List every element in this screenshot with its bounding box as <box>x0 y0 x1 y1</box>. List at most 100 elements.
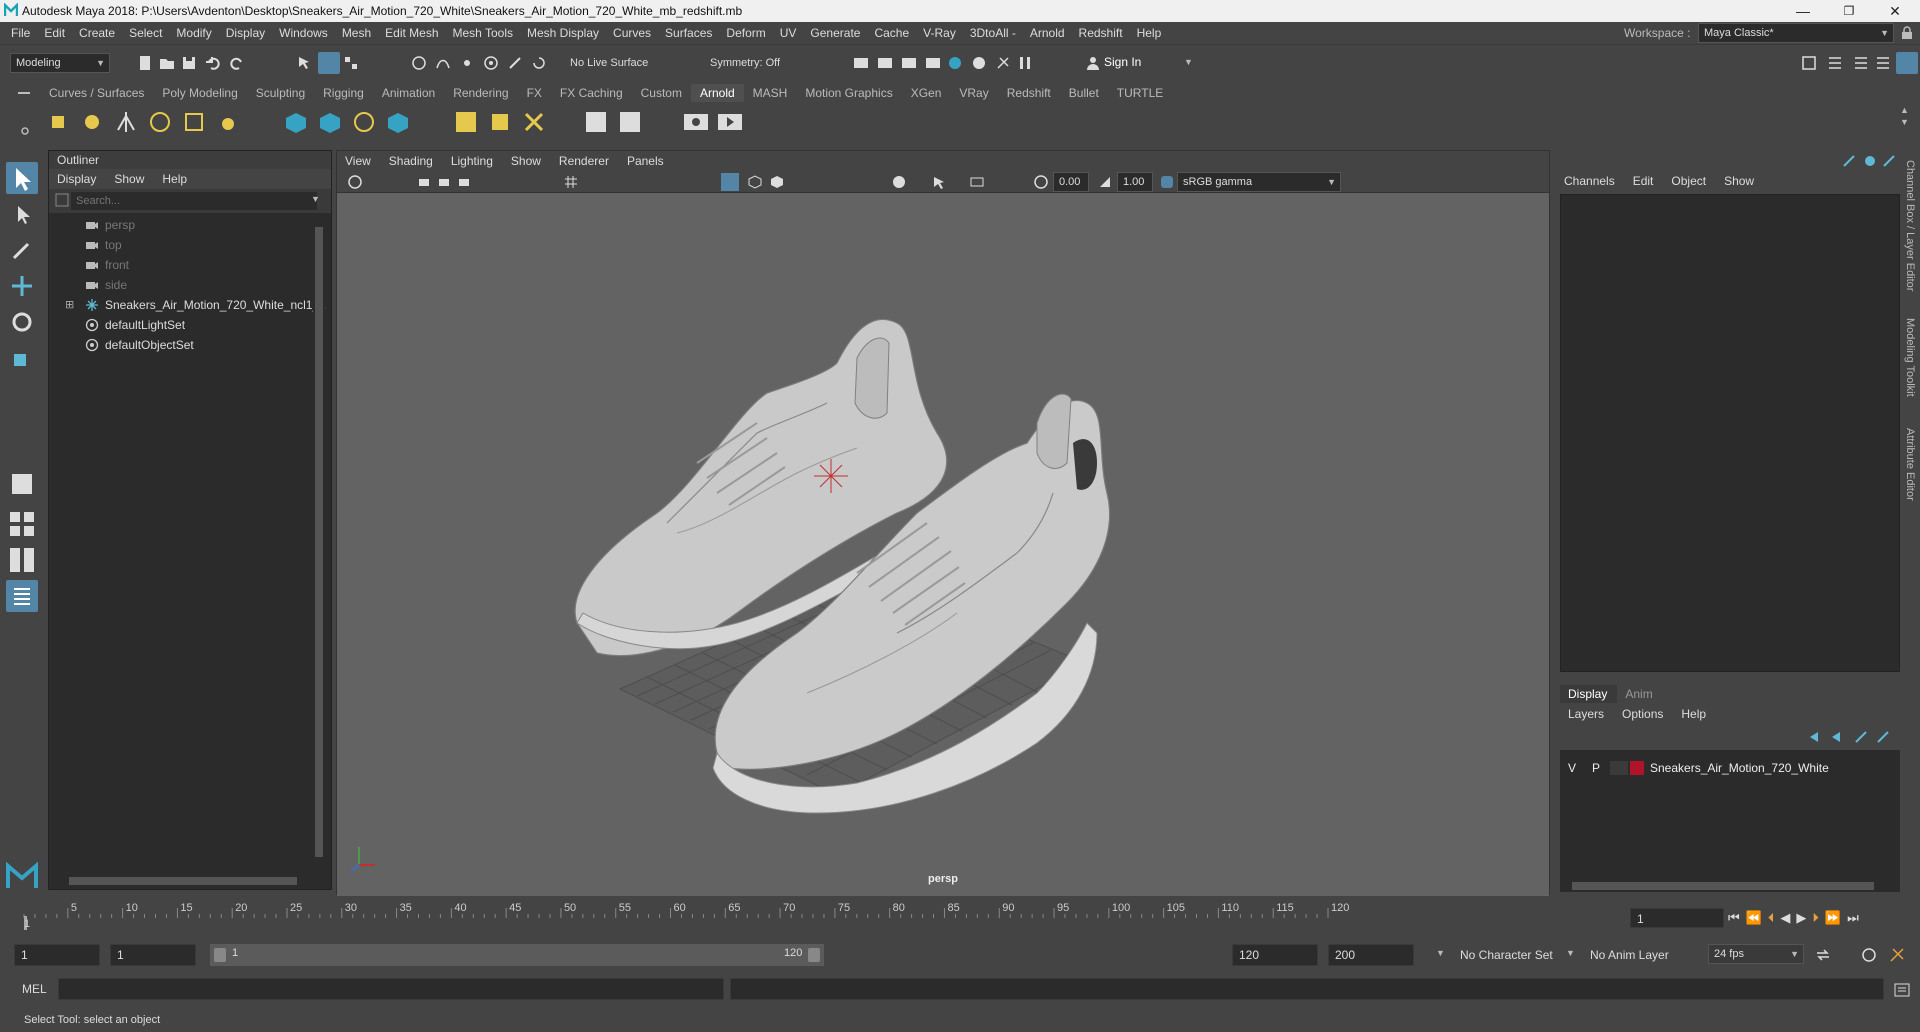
camera-select-icon[interactable] <box>347 174 363 190</box>
ipr-render-icon[interactable] <box>900 54 918 72</box>
tab-attribute-editor[interactable]: Attribute Editor <box>1904 428 1916 501</box>
shelf-tab-curves-surfaces[interactable]: Curves / Surfaces <box>40 84 153 102</box>
shelf-tab-fx[interactable]: FX <box>518 84 551 102</box>
scale-tool-button[interactable] <box>6 342 38 374</box>
arnold-flush-cache-icon[interactable] <box>486 108 514 136</box>
arnold-physical-sky-icon[interactable] <box>214 108 242 136</box>
menu-mesh[interactable]: Mesh <box>335 22 378 44</box>
playback-start-field[interactable]: 1 <box>110 944 196 966</box>
color-management-icon[interactable] <box>1159 174 1175 190</box>
arnold-ipr-play-icon[interactable] <box>716 108 744 136</box>
layer-playback-toggle[interactable]: P <box>1588 761 1604 775</box>
outliner-menu-show[interactable]: Show <box>106 170 154 188</box>
shelf-tab-sculpting[interactable]: Sculpting <box>247 84 314 102</box>
snap-grid-icon[interactable] <box>410 54 428 72</box>
command-input[interactable] <box>58 978 724 1000</box>
menu-surfaces[interactable]: Surfaces <box>658 22 719 44</box>
anim-layer-field[interactable]: No Anim Layer <box>1590 948 1669 962</box>
outliner-item[interactable]: defaultLightSet <box>49 315 319 335</box>
sign-in-dropdown-arrow[interactable]: ▼ <box>1184 57 1193 67</box>
snap-view-plane-icon[interactable] <box>482 54 500 72</box>
menu-windows[interactable]: Windows <box>272 22 335 44</box>
arnold-shader-icon[interactable] <box>582 108 610 136</box>
range-start-handle[interactable] <box>214 948 226 962</box>
outliner-item[interactable]: front <box>49 255 319 275</box>
outliner-search-input[interactable] <box>71 192 317 210</box>
gamma-field[interactable]: 1.00 <box>1117 172 1153 192</box>
outliner-item[interactable]: side <box>49 275 319 295</box>
image-plane-icon[interactable] <box>457 174 473 190</box>
snap-live-icon[interactable] <box>506 54 524 72</box>
current-frame-field[interactable]: 1 <box>1630 908 1724 928</box>
move-tool-button[interactable] <box>6 270 38 302</box>
shelf-tab-mash[interactable]: MASH <box>744 84 797 102</box>
bookmarks-icon[interactable] <box>437 174 453 190</box>
fps-dropdown[interactable]: 24 fps ▼ <box>1708 944 1804 964</box>
step-back-key-icon[interactable]: ⏪ <box>1746 910 1762 926</box>
redo-icon[interactable] <box>228 54 246 72</box>
go-to-start-icon[interactable]: ⏮ <box>1728 910 1740 926</box>
play-backward-icon[interactable]: ◀ <box>1780 910 1790 926</box>
menu-redshift[interactable]: Redshift <box>1072 22 1130 44</box>
resolution-gate-icon[interactable] <box>969 174 985 190</box>
arnold-render-view-icon[interactable] <box>682 108 710 136</box>
shelf-tab-turtle[interactable]: TURTLE <box>1108 84 1172 102</box>
channelbox-menu-edit[interactable]: Edit <box>1625 172 1664 190</box>
snap-rotate-icon[interactable] <box>530 54 548 72</box>
shelf-tab-animation[interactable]: Animation <box>373 84 444 102</box>
channelbox-expand-icon[interactable] <box>1882 154 1898 168</box>
new-empty-layer-icon[interactable] <box>1854 730 1870 744</box>
exposure-field[interactable]: 0.00 <box>1053 172 1089 192</box>
filter-icon[interactable] <box>55 193 69 207</box>
new-layer-from-selected-icon[interactable] <box>1876 730 1892 744</box>
move-layer-down-icon[interactable] <box>1830 730 1846 744</box>
shelf-tab-motion-graphics[interactable]: Motion Graphics <box>796 84 901 102</box>
camera-attributes-icon[interactable] <box>417 174 433 190</box>
minimize-button[interactable]: — <box>1780 0 1826 22</box>
viewport-menu-shading[interactable]: Shading <box>381 152 443 170</box>
arnold-mesh-light-icon[interactable] <box>78 108 106 136</box>
undo-icon[interactable] <box>204 54 222 72</box>
menu-create[interactable]: Create <box>72 22 122 44</box>
shelf-tab-custom[interactable]: Custom <box>632 84 691 102</box>
menu-help[interactable]: Help <box>1130 22 1169 44</box>
menu-display[interactable]: Display <box>219 22 272 44</box>
attribute-editor-icon[interactable] <box>1826 54 1844 72</box>
shelf-menu-icon[interactable] <box>18 92 30 94</box>
layer-tab-display[interactable]: Display <box>1560 685 1618 703</box>
xray-icon[interactable] <box>891 174 907 190</box>
shelf-tab-redshift[interactable]: Redshift <box>998 84 1060 102</box>
channelbox-visibility-icon[interactable] <box>1862 154 1878 168</box>
rotate-tool-button[interactable] <box>6 306 38 338</box>
menu-cache[interactable]: Cache <box>867 22 916 44</box>
viewport-menu-panels[interactable]: Panels <box>619 152 674 170</box>
grid-toggle-icon[interactable] <box>563 174 579 190</box>
arnold-standin-icon[interactable] <box>282 108 310 136</box>
shelf-tab-rigging[interactable]: Rigging <box>314 84 373 102</box>
single-pane-button[interactable] <box>6 468 38 500</box>
two-pane-button[interactable] <box>6 544 38 576</box>
go-to-end-icon[interactable]: ⏭ <box>1847 910 1859 926</box>
channelbox-pin-icon[interactable] <box>1842 154 1858 168</box>
script-editor-icon[interactable] <box>1894 982 1910 998</box>
arnold-tx-manager-icon[interactable] <box>452 108 480 136</box>
end-time-field[interactable]: 200 <box>1328 944 1414 966</box>
mode-dropdown[interactable]: Modeling ▼ <box>10 53 110 73</box>
arnold-export-standin-icon[interactable] <box>316 108 344 136</box>
step-forward-frame-icon[interactable]: ⏵ <box>1812 910 1819 926</box>
menu-deform[interactable]: Deform <box>719 22 772 44</box>
arnold-curve-collector-icon[interactable] <box>350 108 378 136</box>
render-current-icon[interactable] <box>852 54 870 72</box>
menu-arnold[interactable]: Arnold <box>1023 22 1072 44</box>
outliner-item[interactable]: persp <box>49 215 319 235</box>
layer-visibility-toggle[interactable]: V <box>1564 761 1580 775</box>
shelf-options-gear-icon[interactable] <box>20 126 30 136</box>
textured-icon[interactable] <box>769 174 785 190</box>
sign-in-button[interactable]: Sign In <box>1104 55 1141 69</box>
mel-label[interactable]: MEL <box>22 982 47 996</box>
move-layer-up-icon[interactable] <box>1808 730 1824 744</box>
lasso-tool-button[interactable] <box>6 198 38 230</box>
character-set-arrow[interactable]: ▼ <box>1436 948 1445 958</box>
pause-icon[interactable] <box>1016 54 1034 72</box>
hypershade-icon[interactable] <box>946 54 964 72</box>
